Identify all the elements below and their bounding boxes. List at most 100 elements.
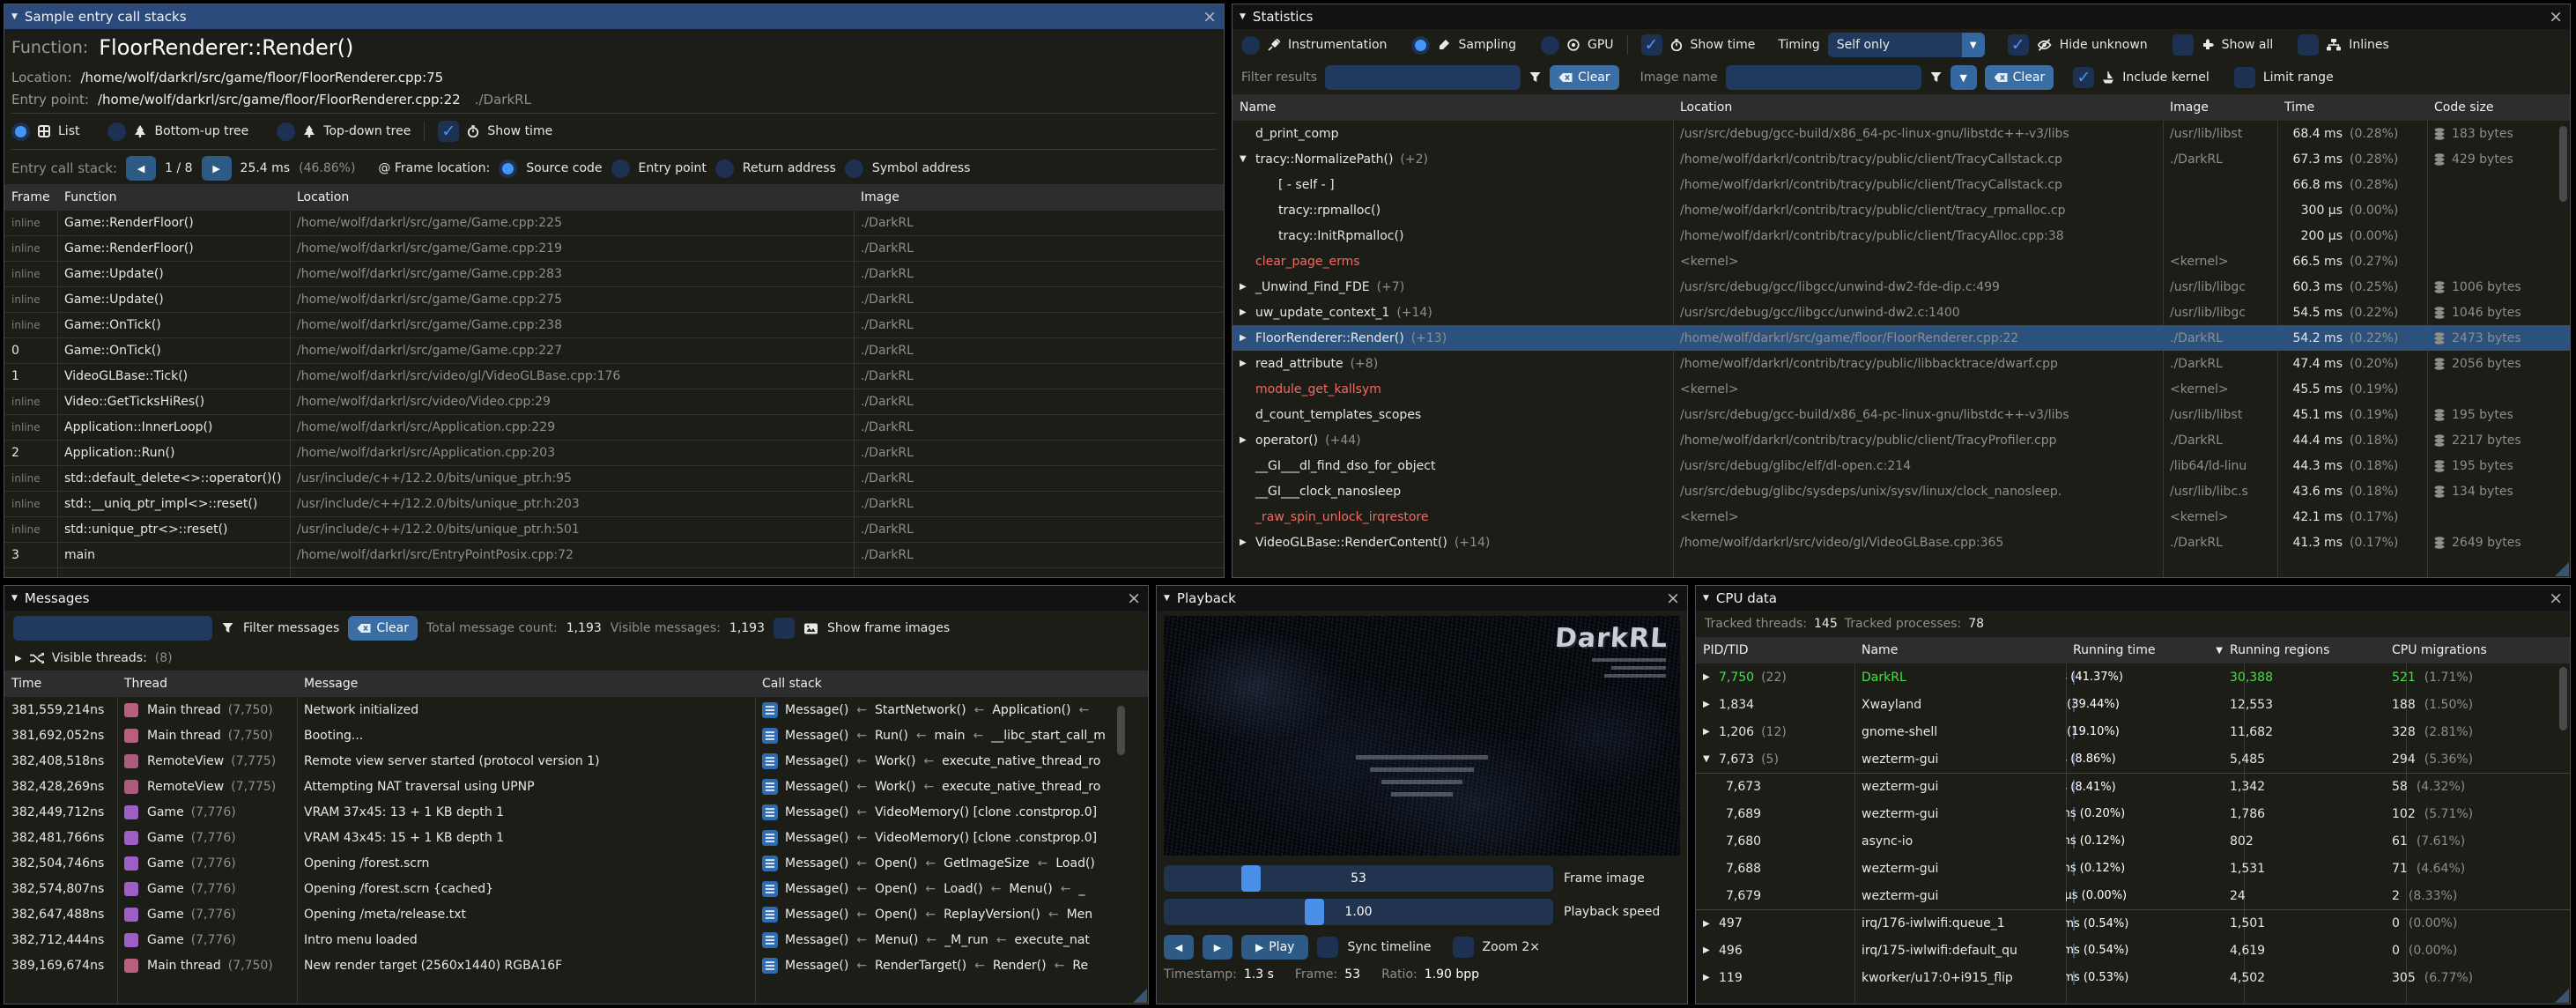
callstack-list-icon[interactable]	[762, 804, 778, 820]
expand-arrow-icon[interactable]: ▶	[1703, 973, 1719, 982]
callstack-row[interactable]: 1VideoGLBase::Tick()/home/wolf/darkrl/sr…	[4, 364, 1224, 389]
mode-top-down-label[interactable]: Top-down tree	[323, 124, 411, 138]
next-callstack-button[interactable]: ▶	[202, 156, 232, 181]
callstack-row[interactable]: inlinestd::unique_ptr<>::reset()/usr/inc…	[4, 517, 1224, 543]
include-kernel-label[interactable]: Include kernel	[2122, 70, 2210, 85]
stats-row[interactable]: __GI___clock_nanosleep/usr/src/debug/gli…	[1232, 478, 2570, 504]
callstack-list-icon[interactable]	[762, 856, 778, 871]
expand-arrow-icon[interactable]: ▶	[1703, 919, 1719, 929]
zoom-2x-checkbox[interactable]	[1453, 937, 1474, 958]
hide-unknown-checkbox[interactable]	[2008, 34, 2029, 56]
callstack-row[interactable]: inlineGame::RenderFloor()/home/wolf/dark…	[4, 211, 1224, 236]
expand-arrow-icon[interactable]: ▶	[1703, 700, 1719, 709]
show-time-checkbox[interactable]	[438, 121, 459, 142]
close-icon[interactable]: ×	[1203, 9, 1217, 26]
expand-arrow-icon[interactable]: ▶	[1703, 672, 1719, 682]
clear-image-name-button[interactable]: Clear	[1985, 65, 2054, 90]
stats-row[interactable]: ▼tracy::NormalizePath()(+2)/home/wolf/da…	[1232, 146, 2570, 172]
sync-timeline-checkbox[interactable]	[1317, 937, 1338, 958]
show-time-label[interactable]: Show time	[487, 124, 552, 138]
callstack-list-icon[interactable]	[762, 881, 778, 897]
callstack-row[interactable]: inlineGame::OnTick()/home/wolf/darkrl/sr…	[4, 313, 1224, 338]
callstack-list-icon[interactable]	[762, 830, 778, 846]
stats-row[interactable]: _raw_spin_unlock_irqrestore<kernel><kern…	[1232, 504, 2570, 530]
close-icon[interactable]: ×	[1127, 590, 1141, 607]
collapse-icon[interactable]: ▼	[11, 12, 18, 21]
message-row[interactable]: 382,449,712nsGame(7,776)VRAM 37x45: 13 +…	[4, 799, 1148, 825]
frame-loc-source-code[interactable]: Source code	[526, 161, 602, 175]
cpu-row[interactable]: 7,680async-io29.02 ms (0.12%)80261(7.61%…	[1696, 827, 2570, 855]
playback-speed-slider[interactable]: 1.00	[1164, 899, 1553, 925]
radio-bottom-up-tree[interactable]	[107, 122, 126, 141]
cpu-row[interactable]: ▶496irq/175-iwlwifi:default_qu132.14 ms …	[1696, 937, 2570, 964]
radio-sampling[interactable]	[1411, 36, 1430, 55]
callstack-row[interactable]: inlineApplication::InnerLoop()/home/wolf…	[4, 415, 1224, 441]
timing-combo[interactable]: Self only ▼	[1828, 33, 1985, 57]
cpu-row[interactable]: 7,673wezterm-gui2.04 s (8.41%)1,34258(4.…	[1696, 773, 2570, 800]
sort-desc-icon[interactable]: ▼	[2216, 646, 2223, 656]
close-icon[interactable]: ×	[1666, 590, 1680, 607]
collapse-arrow-icon[interactable]: ▼	[1703, 754, 1719, 764]
stats-row[interactable]: ▶_Unwind_Find_FDE(+7)/usr/src/debug/gcc/…	[1232, 274, 2570, 300]
mode-list-label[interactable]: List	[58, 124, 79, 138]
expand-arrow-icon[interactable]: ▶	[1240, 282, 1255, 292]
expand-arrow-icon[interactable]: ▶	[1703, 727, 1719, 737]
radio-gpu[interactable]	[1541, 36, 1559, 55]
hide-unknown-label[interactable]: Hide unknown	[2060, 38, 2148, 52]
filter-results-input[interactable]	[1325, 65, 1521, 90]
frame-loc-entry-point[interactable]: Entry point	[639, 161, 707, 175]
message-row[interactable]: 382,481,766nsGame(7,776)VRAM 43x45: 15 +…	[4, 825, 1148, 850]
show-frame-images-label[interactable]: Show frame images	[827, 621, 950, 635]
prev-frame-button[interactable]: ◀	[1164, 935, 1194, 960]
collapse-icon[interactable]: ▼	[11, 594, 18, 603]
radio-source-code[interactable]	[499, 159, 517, 178]
sync-timeline-label[interactable]: Sync timeline	[1347, 940, 1431, 954]
scrollbar-thumb[interactable]	[2559, 126, 2567, 202]
stats-show-time-label[interactable]: Show time	[1691, 38, 1756, 52]
expand-arrow-icon[interactable]: ▶	[1240, 435, 1255, 445]
mode-bottom-up-label[interactable]: Bottom-up tree	[154, 124, 248, 138]
inlines-label[interactable]: Inlines	[2349, 38, 2389, 52]
callstack-row[interactable]: 2Application::Run()/home/wolf/darkrl/src…	[4, 441, 1224, 466]
stats-row[interactable]: ▶FloorRenderer::Render()(+13)/home/wolf/…	[1232, 325, 2570, 351]
collapse-arrow-icon[interactable]: ▼	[1240, 154, 1255, 164]
resize-grip[interactable]	[2555, 989, 2569, 1003]
stats-row[interactable]: tracy::rpmalloc()/home/wolf/darkrl/contr…	[1232, 197, 2570, 223]
callstack-list-icon[interactable]	[762, 958, 778, 974]
message-row[interactable]: 382,647,488nsGame(7,776)Opening /meta/re…	[4, 901, 1148, 927]
funnel-icon[interactable]	[1529, 71, 1542, 84]
callstack-row[interactable]: inlinestd::__uniq_ptr_impl<>::reset()/us…	[4, 492, 1224, 517]
cpu-row[interactable]: ▶7,750(22)DarkRL10.04 s (41.37%)30,38852…	[1696, 663, 2570, 691]
radio-list[interactable]	[11, 122, 30, 141]
message-row[interactable]: 389,169,674nsMain thread(7,750)New rende…	[4, 952, 1148, 978]
filter-messages-label[interactable]: Filter messages	[243, 621, 339, 635]
limit-range-label[interactable]: Limit range	[2263, 70, 2334, 85]
stats-row[interactable]: ▶uw_update_context_1(+14)/usr/src/debug/…	[1232, 300, 2570, 325]
collapse-icon[interactable]: ▼	[1240, 12, 1246, 21]
cpu-row[interactable]: ▶1,834Xwayland9.57 s (39.44%)12,553188(1…	[1696, 691, 2570, 718]
radio-symbol-address[interactable]	[845, 159, 863, 178]
cpu-row[interactable]: 7,688wezterm-gui28.93 ms (0.12%)1,53171(…	[1696, 855, 2570, 882]
stats-row[interactable]: module_get_kallsym<kernel><kernel>45.5 m…	[1232, 376, 2570, 402]
message-row[interactable]: 381,692,052nsMain thread(7,750)Booting..…	[4, 723, 1148, 748]
expand-arrow-icon[interactable]: ▶	[1240, 537, 1255, 547]
show-frame-images-checkbox[interactable]	[774, 618, 795, 639]
funnel-icon[interactable]	[221, 622, 234, 634]
sampling-label[interactable]: Sampling	[1458, 38, 1516, 52]
callstack-row[interactable]: 3main/home/wolf/darkrl/src/EntryPointPos…	[4, 543, 1224, 568]
radio-entry-point[interactable]	[611, 159, 630, 178]
show-all-label[interactable]: Show all	[2222, 38, 2274, 52]
visible-threads-label[interactable]: Visible threads:	[52, 651, 147, 665]
stats-row[interactable]: [ - self - ]/home/wolf/darkrl/contrib/tr…	[1232, 172, 2570, 197]
prev-callstack-button[interactable]: ◀	[126, 156, 156, 181]
zoom-2x-label[interactable]: Zoom 2×	[1483, 940, 1540, 954]
resize-grip[interactable]	[1133, 989, 1147, 1003]
callstack-row[interactable]: inlineVideo::GetTicksHiRes()/home/wolf/d…	[4, 389, 1224, 415]
callstack-list-icon[interactable]	[762, 728, 778, 744]
callstack-list-icon[interactable]	[762, 779, 778, 795]
inlines-checkbox[interactable]	[2298, 34, 2319, 56]
scrollbar-thumb[interactable]	[1117, 706, 1125, 755]
play-button[interactable]: ▶ Play	[1241, 935, 1308, 960]
expand-arrow-icon[interactable]: ▶	[1703, 945, 1719, 955]
cpu-row[interactable]: ▶119kworker/u17:0+i915_flip127.48 ms (0.…	[1696, 964, 2570, 991]
